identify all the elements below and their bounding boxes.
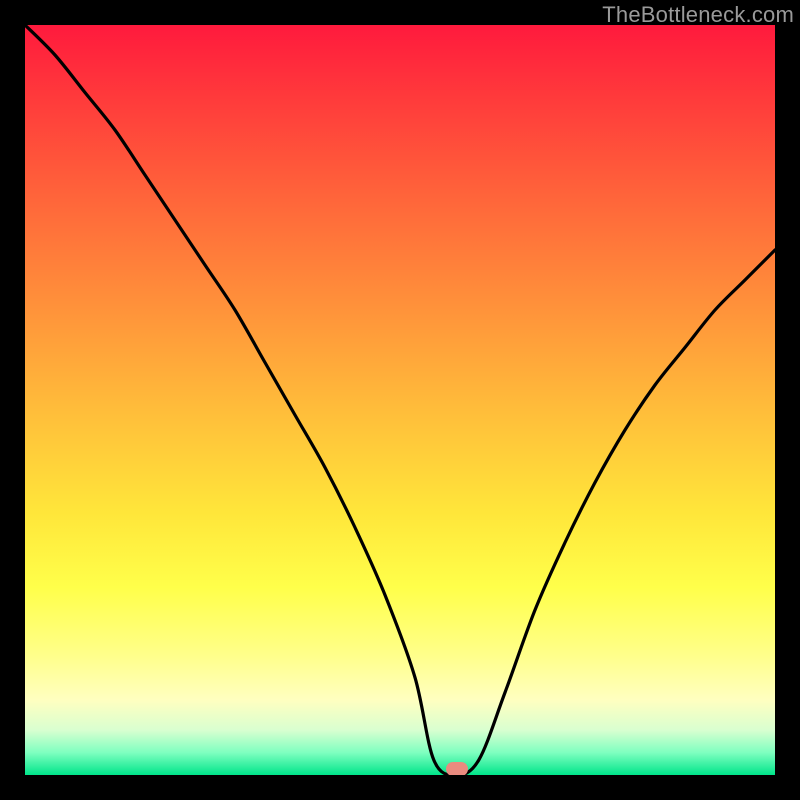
optimum-marker xyxy=(446,762,468,775)
bottleneck-curve xyxy=(25,25,775,775)
chart-frame: TheBottleneck.com xyxy=(0,0,800,800)
plot-area xyxy=(25,25,775,775)
watermark-text: TheBottleneck.com xyxy=(602,2,794,28)
